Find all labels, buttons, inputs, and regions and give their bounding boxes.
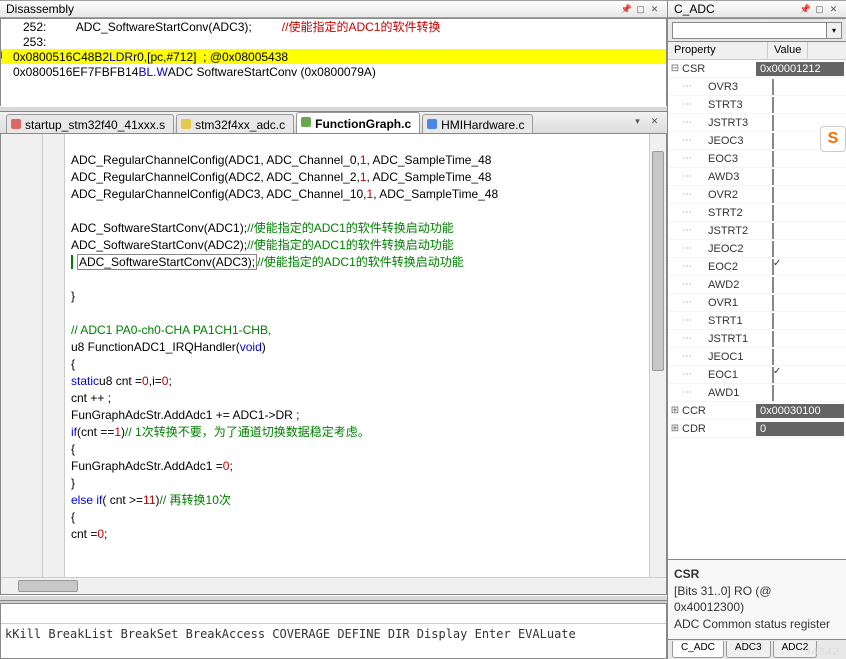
- property-header: Property Value: [668, 42, 846, 60]
- property-row[interactable]: ⋯AWD2: [668, 276, 846, 294]
- property-row[interactable]: ⋯JEOC2: [668, 240, 846, 258]
- close-icon[interactable]: ✕: [827, 3, 840, 15]
- file-icon: [427, 119, 437, 129]
- tab-hmihardware[interactable]: HMIHardware.c: [422, 114, 533, 133]
- checkbox[interactable]: [772, 331, 774, 347]
- tab-close-icon[interactable]: ✕: [648, 115, 661, 127]
- checkbox[interactable]: [772, 313, 774, 329]
- checkbox[interactable]: [772, 169, 774, 185]
- checkbox[interactable]: [772, 223, 774, 239]
- checkbox[interactable]: [772, 259, 774, 275]
- window-icon[interactable]: ▢: [634, 3, 647, 15]
- checkbox[interactable]: [772, 187, 774, 203]
- line-number-margin: [1, 134, 43, 594]
- file-icon: [11, 119, 21, 129]
- property-row[interactable]: ⋯STRT2: [668, 204, 846, 222]
- dropdown-icon[interactable]: ▾: [827, 22, 842, 39]
- cadc-pane-title: C_ADC 📌 ▢ ✕: [668, 0, 846, 18]
- col-value[interactable]: Value: [768, 42, 808, 59]
- property-row[interactable]: ⋯EOC3: [668, 150, 846, 168]
- property-row[interactable]: ⊞CCR0x00030100: [668, 402, 846, 420]
- property-row[interactable]: ⋯EOC1: [668, 366, 846, 384]
- checkbox[interactable]: [772, 133, 774, 149]
- window-icon[interactable]: ▢: [813, 3, 826, 15]
- property-row[interactable]: ⋯AWD1: [668, 384, 846, 402]
- property-row[interactable]: ⋯OVR3: [668, 78, 846, 96]
- checkbox[interactable]: [772, 349, 774, 365]
- property-row[interactable]: ⋯OVR1: [668, 294, 846, 312]
- watermark: 94842: [804, 646, 840, 658]
- horizontal-scrollbar[interactable]: [1, 577, 666, 594]
- pin-icon[interactable]: 📌: [799, 3, 812, 15]
- editor-tab-bar: startup_stm32f40_41xxx.s stm32f4xx_adc.c…: [0, 112, 667, 134]
- property-filter-input[interactable]: [672, 22, 827, 39]
- property-row[interactable]: ⊞CDR0: [668, 420, 846, 438]
- property-row[interactable]: ⋯STRT3: [668, 96, 846, 114]
- disasm-current-line[interactable]: 0x0800516C 48B2 LDR r0,[pc,#712] ; @0x08…: [1, 49, 666, 64]
- disassembly-pane-title: Disassembly 📌 ▢ ✕: [0, 0, 667, 18]
- pin-icon[interactable]: 📌: [620, 3, 633, 15]
- command-pane: kKill BreakList BreakSet BreakAccess COV…: [0, 603, 667, 659]
- file-icon: [181, 119, 191, 129]
- tab-startup[interactable]: startup_stm32f40_41xxx.s: [6, 114, 174, 133]
- property-row[interactable]: ⋯JEOC1: [668, 348, 846, 366]
- tab-dropdown-icon[interactable]: ▾: [631, 115, 644, 127]
- btab-adc3[interactable]: ADC3: [726, 641, 771, 658]
- checkbox[interactable]: [772, 295, 774, 311]
- property-row[interactable]: ⋯OVR2: [668, 186, 846, 204]
- property-filter-row: ▾: [668, 18, 846, 42]
- checkbox[interactable]: [772, 241, 774, 257]
- property-row[interactable]: ⋯STRT1: [668, 312, 846, 330]
- checkbox[interactable]: [772, 277, 774, 293]
- property-row[interactable]: ⋯AWD3: [668, 168, 846, 186]
- col-property[interactable]: Property: [668, 42, 768, 59]
- tab-functiongraph[interactable]: FunctionGraph.c: [296, 112, 420, 133]
- property-row[interactable]: ⊟CSR0x00001212: [668, 60, 846, 78]
- property-row[interactable]: ⋯JSTRT2: [668, 222, 846, 240]
- checkbox[interactable]: [772, 367, 774, 383]
- checkbox[interactable]: [772, 79, 774, 95]
- fold-gutter: [43, 134, 65, 594]
- checkbox[interactable]: [772, 151, 774, 167]
- file-icon: [301, 117, 311, 127]
- current-pc-icon: [1, 48, 13, 62]
- disassembly-body: 252: ADC_SoftwareStartConv(ADC3); //使能指定…: [0, 18, 667, 106]
- property-row[interactable]: ⋯EOC2: [668, 258, 846, 276]
- checkbox[interactable]: [772, 385, 774, 401]
- disassembly-title-text: Disassembly: [6, 2, 74, 16]
- btab-cadc[interactable]: C_ADC: [672, 641, 724, 658]
- checkbox[interactable]: [772, 205, 774, 221]
- property-description: CSR [Bits 31..0] RO (@ 0x40012300) ADC C…: [668, 559, 846, 639]
- checkbox[interactable]: [772, 97, 774, 113]
- tab-adc[interactable]: stm32f4xx_adc.c: [176, 114, 294, 133]
- code-editor[interactable]: 245 246 ADC_RegularChannelConfig(ADC1, A…: [0, 134, 667, 595]
- vertical-scrollbar[interactable]: [649, 134, 666, 577]
- bottom-tab-bar: C_ADC ADC3 ADC2 94842: [668, 639, 846, 659]
- horizontal-splitter[interactable]: [0, 595, 667, 601]
- property-row[interactable]: ⋯JSTRT1: [668, 330, 846, 348]
- checkbox[interactable]: [772, 115, 774, 131]
- command-list: kKill BreakList BreakSet BreakAccess COV…: [1, 624, 666, 658]
- ime-icon[interactable]: S: [820, 126, 846, 152]
- close-icon[interactable]: ✕: [648, 3, 661, 15]
- cadc-title-text: C_ADC: [674, 2, 715, 16]
